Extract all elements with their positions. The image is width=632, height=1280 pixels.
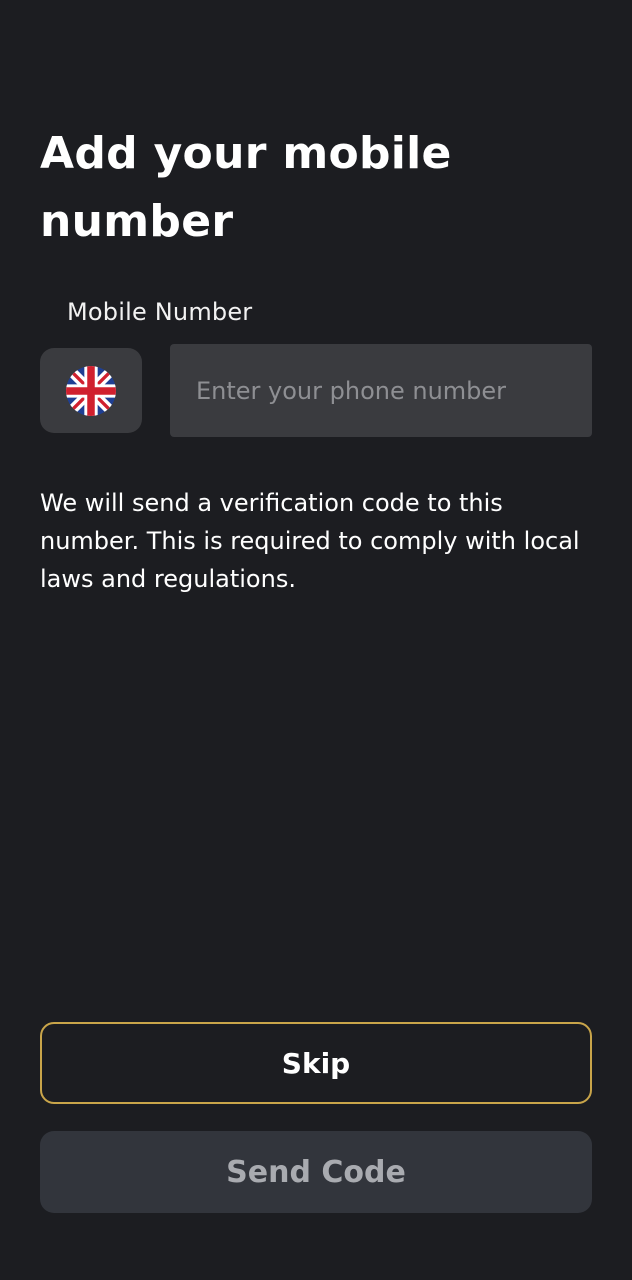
page-title: Add your mobile number — [40, 128, 452, 247]
country-selector-button[interactable] — [40, 348, 142, 433]
add-mobile-screen: Add your mobile number Mobile Number We … — [0, 0, 632, 1280]
mobile-number-label: Mobile Number — [67, 298, 253, 326]
skip-button[interactable]: Skip — [40, 1022, 592, 1104]
send-code-button[interactable]: Send Code — [40, 1131, 592, 1213]
phone-number-input[interactable] — [170, 344, 592, 437]
uk-flag-icon — [66, 365, 116, 416]
verification-info-text: We will send a verification code to this… — [40, 489, 580, 593]
